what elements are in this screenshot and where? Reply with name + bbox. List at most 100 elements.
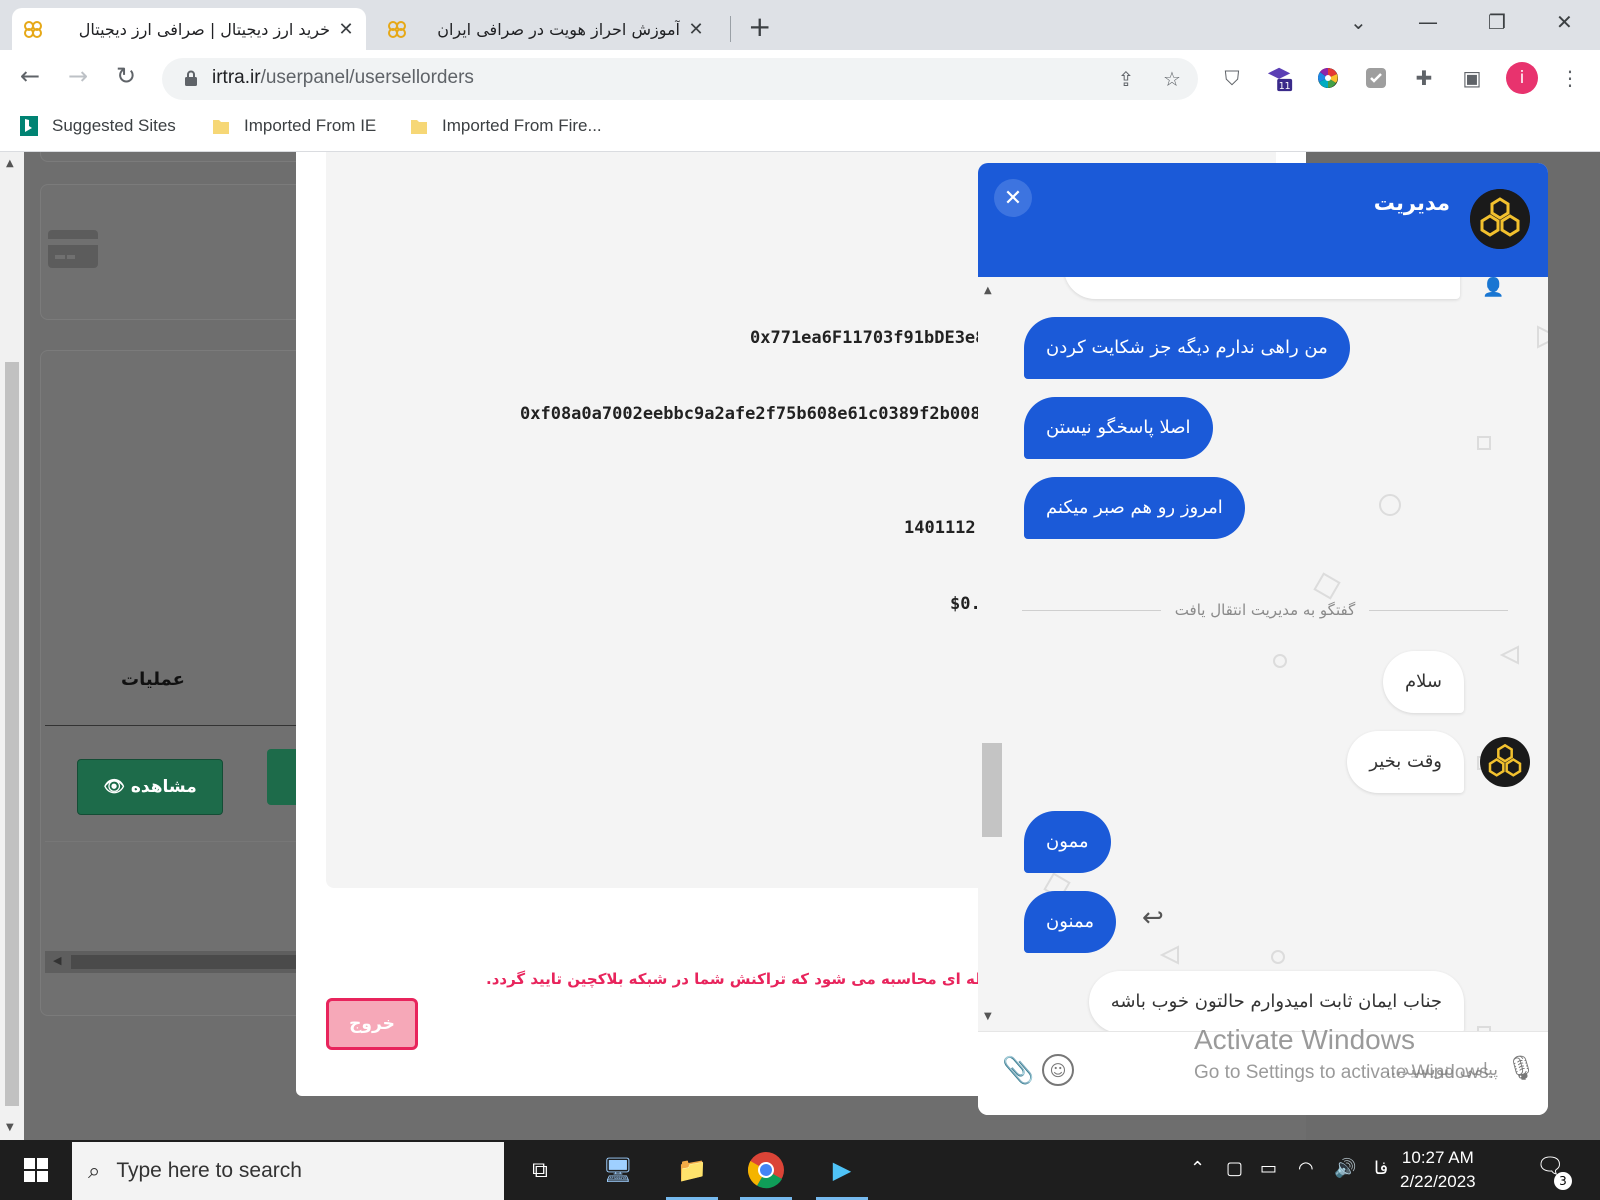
taskbar-clock[interactable]: 10:27 AM 2/22/2023 xyxy=(1400,1146,1476,1194)
bookmark-suggested-sites[interactable]: Suggested Sites xyxy=(20,116,176,136)
chat-message-user: امروز رو هم صبر میکنم xyxy=(1024,477,1245,539)
close-tab-icon[interactable]: ✕ xyxy=(686,19,706,40)
new-tab-icon[interactable]: + xyxy=(748,10,771,43)
share-icon[interactable]: ⇪ xyxy=(1112,65,1140,93)
windows-taskbar: ⌕ Type here to search ⧉ 🖥 📁 ▶ ⌃ ▢ ▭ ◠ 🔊 … xyxy=(0,1140,1600,1200)
chat-message-input[interactable] xyxy=(1078,1060,1498,1080)
scroll-down-icon[interactable]: ▼ xyxy=(984,1011,992,1022)
close-window-icon[interactable]: ✕ xyxy=(1556,10,1573,34)
scroll-down-icon[interactable]: ▼ xyxy=(6,1122,14,1133)
microphone-icon[interactable]: 🎙 xyxy=(1506,1054,1536,1082)
site-favicon-icon xyxy=(388,21,406,38)
bookmark-label: Imported From Fire... xyxy=(442,116,602,135)
divider-line xyxy=(1369,609,1509,611)
emoji-icon[interactable]: ☺ xyxy=(1042,1054,1074,1086)
color-wheel-extension-icon[interactable] xyxy=(1314,64,1342,92)
chat-message-list: 👤 من راهی ندارم دیگه جز شکایت کردن اصلا … xyxy=(978,277,1548,1031)
page-scrollbar-thumb[interactable] xyxy=(5,362,19,1106)
eye-icon: 👁 xyxy=(103,777,125,797)
wifi-icon[interactable]: ◠ xyxy=(1298,1158,1314,1179)
divider-line xyxy=(1022,609,1161,611)
scroll-up-icon[interactable]: ▲ xyxy=(6,158,14,169)
tab-title: آموزش احراز هویت در صرافی ایران xyxy=(437,19,680,39)
task-view-icon[interactable]: ⧉ xyxy=(508,1140,572,1200)
bookmark-imported-ie[interactable]: Imported From IE xyxy=(212,116,376,136)
horizontal-scrollbar-thumb[interactable] xyxy=(71,955,321,969)
tray-chevron-icon[interactable]: ⌃ xyxy=(1190,1158,1205,1179)
view-button-label: مشاهده xyxy=(130,777,197,797)
notification-count-badge: 3 xyxy=(1554,1172,1572,1190)
graduation-cap-icon: 11 xyxy=(1267,67,1293,92)
file-explorer-icon[interactable]: 📁 xyxy=(660,1140,724,1200)
url-host: irtra.ir xyxy=(212,67,261,88)
taskbar-search-box[interactable]: ⌕ Type here to search xyxy=(72,1142,504,1200)
bg-card xyxy=(40,152,320,162)
extensions-puzzle-icon[interactable]: ✚ xyxy=(1410,64,1438,92)
tab-search-chevron-icon[interactable]: ⌄ xyxy=(1350,10,1367,34)
page-scrollbar[interactable]: ▲ ▼ xyxy=(0,152,24,1140)
scroll-up-icon[interactable]: ▲ xyxy=(984,285,992,296)
table-divider xyxy=(45,725,321,726)
credit-card-icon xyxy=(48,230,98,268)
bookmark-star-icon[interactable]: ☆ xyxy=(1158,65,1186,93)
support-chat-widget: ✕ مدیریت 👤 من راهی ندارم دیگه جز شکایت ک… xyxy=(978,163,1548,1115)
tab-active[interactable]: خرید ارز دیجیتال | صرافی ارز دیجیتال ✕ xyxy=(12,8,366,50)
volume-icon[interactable]: 🔊 xyxy=(1334,1158,1356,1179)
checkmark-shield-extension-icon[interactable] xyxy=(1362,64,1390,92)
graduation-extension-icon[interactable]: 11 xyxy=(1266,64,1294,92)
minimize-icon[interactable]: — xyxy=(1418,10,1438,34)
battery-icon[interactable]: ▭ xyxy=(1260,1158,1277,1179)
bookmark-imported-firefox[interactable]: Imported From Fire... xyxy=(410,116,602,136)
horizontal-scrollbar[interactable]: ◀ xyxy=(45,951,321,973)
close-tab-icon[interactable]: ✕ xyxy=(336,19,356,40)
windows-start-icon[interactable] xyxy=(4,1140,68,1200)
chat-scrollbar[interactable]: ▲ ▼ xyxy=(978,277,1002,1031)
chat-message-agent: سلام xyxy=(1383,651,1464,713)
bg-card-payment xyxy=(40,184,320,320)
bg-card-orders-table: عملیات مشاهده 👁 ◀ xyxy=(40,350,323,1016)
wallet-address-value: 0x771ea6F11703f91bDE3e8 xyxy=(750,328,986,348)
tab-inactive[interactable]: آموزش احراز هویت در صرافی ایران ✕ xyxy=(376,8,716,50)
scroll-left-icon[interactable]: ◀ xyxy=(53,954,61,967)
reload-icon[interactable]: ↻ xyxy=(116,62,136,90)
agent-avatar xyxy=(1480,737,1530,787)
menu-kebab-icon[interactable]: ⋮ xyxy=(1556,64,1584,92)
meet-now-icon[interactable]: ▢ xyxy=(1226,1158,1243,1179)
forward-icon[interactable]: → xyxy=(68,62,88,90)
side-panel-icon[interactable]: ▣ xyxy=(1458,64,1486,92)
profile-avatar[interactable]: i xyxy=(1506,62,1538,94)
chat-header: ✕ مدیریت xyxy=(978,163,1548,277)
shield-check-icon xyxy=(1366,68,1386,88)
chat-message-agent: وقت بخیر xyxy=(1347,731,1464,793)
chrome-icon[interactable] xyxy=(734,1140,798,1200)
attachment-icon[interactable]: 📎 xyxy=(1002,1056,1034,1086)
taskbar-search-placeholder: Type here to search xyxy=(116,1159,302,1182)
video-app-icon[interactable]: ▶ xyxy=(810,1140,874,1200)
back-icon[interactable]: ← xyxy=(20,62,40,90)
computer-app-icon[interactable]: 🖥 xyxy=(586,1140,650,1200)
restore-icon[interactable]: ❐ xyxy=(1488,10,1506,34)
chat-scrollbar-thumb[interactable] xyxy=(982,743,1002,837)
transaction-hash-value: 0xf08a0a7002eebbc9a2afe2f75b608e61c0389f… xyxy=(520,404,1002,424)
chat-message-user: اصلا پاسخگو نیستن xyxy=(1024,397,1213,459)
color-wheel-icon xyxy=(1318,68,1338,88)
lock-icon xyxy=(185,70,197,86)
exit-button[interactable]: خروج xyxy=(326,998,418,1050)
address-bar[interactable]: irtra.ir/userpanel/usersellorders ⇪ ☆ xyxy=(162,58,1198,100)
chat-message-agent-cut xyxy=(1064,277,1460,299)
chat-message-user: من راهی ندارم دیگه جز شکایت کردن xyxy=(1024,317,1350,379)
system-message-text: گفتگو به مدیریت انتقال یافت xyxy=(1174,601,1356,619)
brand-logo xyxy=(1470,189,1530,249)
chat-message-agent: جناب ایمان ثابت امیدوارم حالتون خوب باشه xyxy=(1088,971,1464,1031)
site-favicon-icon xyxy=(24,21,42,38)
clock-date: 2/22/2023 xyxy=(1400,1172,1476,1191)
view-button[interactable]: مشاهده 👁 xyxy=(77,759,223,815)
search-icon: ⌕ xyxy=(88,1158,101,1184)
windows-logo-icon xyxy=(24,1158,48,1182)
chat-close-icon[interactable]: ✕ xyxy=(994,179,1032,217)
shield-extension-icon[interactable]: ⛉ xyxy=(1218,64,1246,92)
clock-time: 10:27 AM xyxy=(1401,1148,1474,1167)
reply-icon[interactable]: ↩ xyxy=(1142,903,1164,933)
chat-message-user: ممنون xyxy=(1024,891,1116,953)
language-indicator[interactable]: فا xyxy=(1374,1158,1388,1179)
